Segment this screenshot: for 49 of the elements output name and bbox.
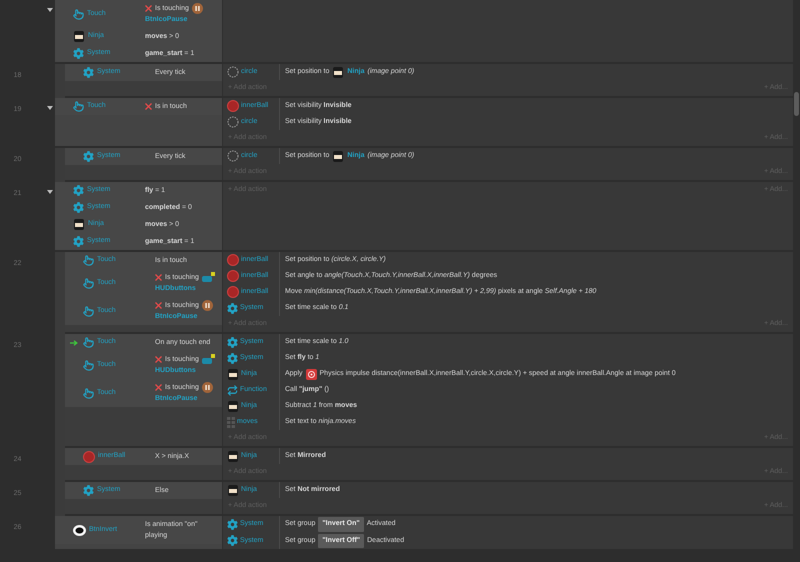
ball-icon: [227, 270, 239, 282]
sprite-icon: [202, 272, 215, 283]
hand-icon: [73, 8, 84, 20]
gear-icon: [227, 336, 238, 348]
loop-icon: [227, 384, 238, 396]
gear-icon: [227, 352, 238, 364]
ball-icon: [227, 286, 239, 298]
circle-icon: [227, 150, 239, 162]
circle-icon: [227, 116, 239, 128]
hand-icon: [73, 101, 84, 112]
gear-icon: [227, 302, 238, 314]
gear-icon: [227, 518, 238, 530]
gear-icon: [73, 236, 84, 247]
hand-icon: [83, 337, 94, 348]
gear-icon: [73, 202, 84, 213]
hand-icon: [83, 278, 94, 288]
ninja-icon: [73, 31, 85, 42]
ball-icon: [73, 524, 86, 536]
circle-icon: [227, 66, 239, 78]
pause-icon: [202, 300, 213, 311]
pause-icon: [202, 382, 213, 393]
collapse-icon[interactable]: [47, 7, 53, 13]
gear-icon: [83, 485, 94, 496]
collapse-icon[interactable]: [47, 189, 53, 195]
hand-icon: [83, 306, 94, 316]
hand-icon: [83, 255, 94, 266]
ninja-icon: [332, 66, 344, 78]
ninja-icon: [227, 368, 239, 380]
ball-icon: [227, 100, 239, 112]
gear-icon: [83, 67, 94, 78]
scrollbar-thumb[interactable]: [794, 92, 799, 116]
collapse-icon[interactable]: [47, 105, 53, 111]
grid-icon: [227, 416, 235, 428]
ninja-icon: [227, 400, 239, 412]
pause-icon: [192, 3, 203, 14]
sprite-icon: [202, 354, 215, 365]
ninja-icon: [227, 450, 239, 462]
ninja-icon: [73, 219, 85, 230]
atom-icon: [306, 368, 317, 380]
ninja-icon: [332, 150, 344, 162]
ninja-icon: [227, 484, 239, 496]
ball-icon: [83, 450, 95, 462]
hand-icon: [83, 388, 94, 398]
ball-icon: [227, 254, 239, 266]
gear-icon: [83, 151, 94, 162]
gear-icon: [227, 535, 238, 546]
gear-icon: [73, 48, 84, 59]
gear-icon: [73, 185, 84, 196]
hand-icon: [83, 360, 94, 370]
